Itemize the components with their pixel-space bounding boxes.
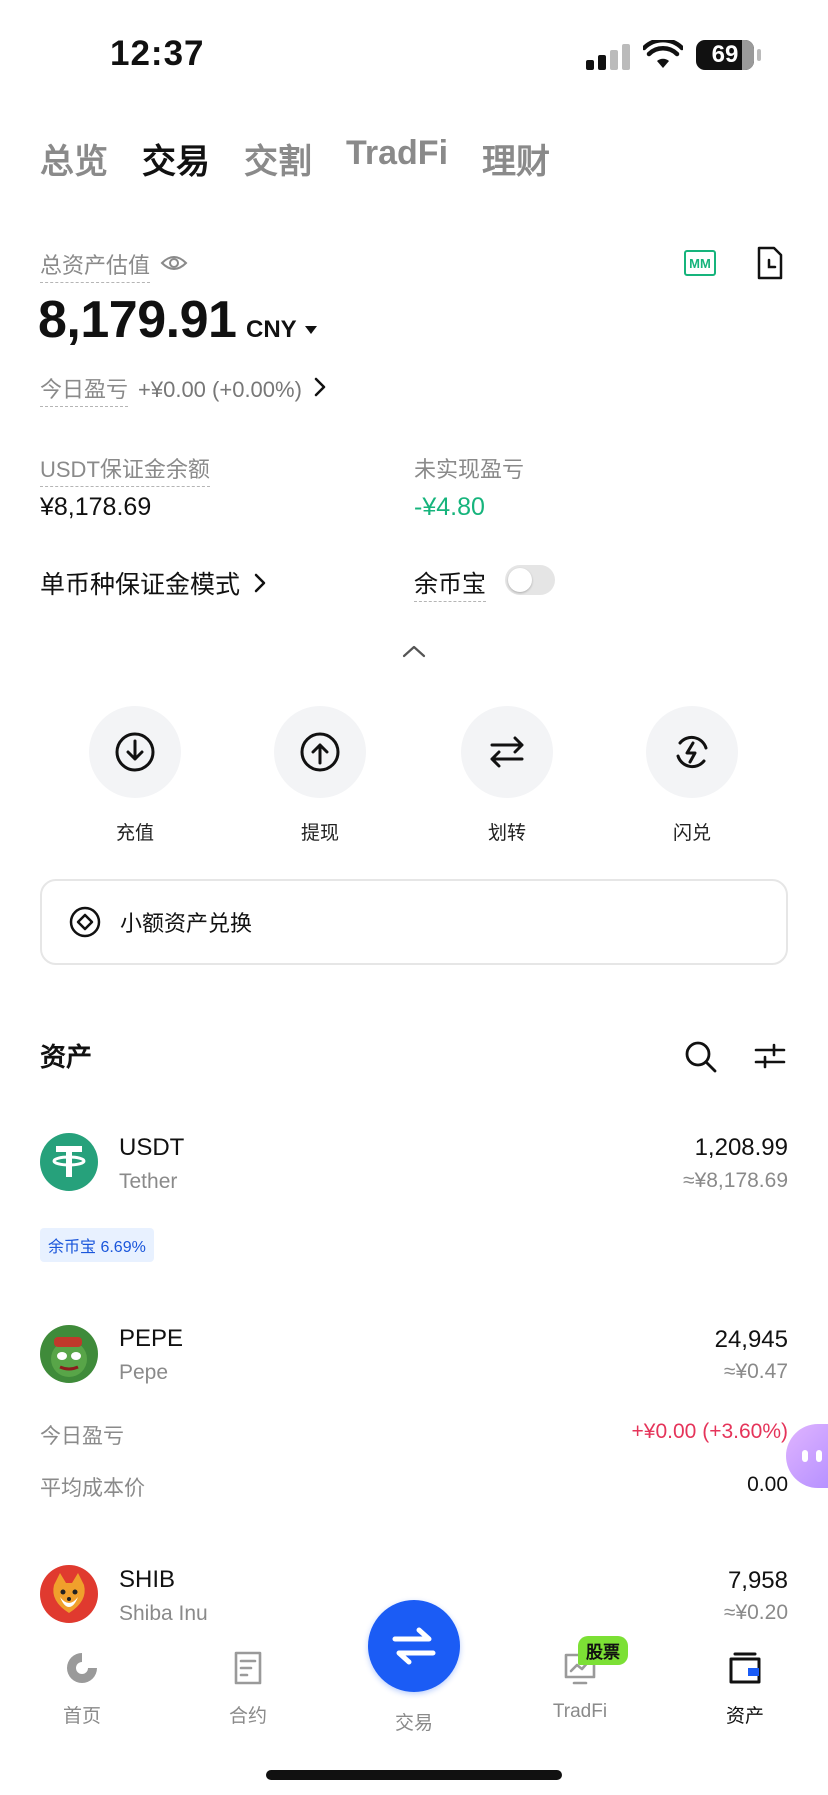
cellular-signal-icon — [586, 44, 630, 70]
nav-tradfi-label: TradFi — [552, 1701, 608, 1722]
home-indicator[interactable] — [266, 1770, 562, 1780]
currency-selector[interactable]: CNY — [246, 316, 317, 344]
usdt-logo — [40, 1133, 98, 1191]
unrealized-pnl-label: 未实现盈亏 — [414, 457, 525, 482]
usdt-margin-value: ¥8,178.69 — [40, 493, 152, 521]
flash-convert-button[interactable]: 闪兑 — [622, 706, 762, 845]
flash-convert-label: 闪兑 — [672, 823, 711, 844]
margin-mode-selector[interactable]: 单币种保证金模式 — [40, 565, 268, 601]
caret-down-icon — [304, 326, 317, 334]
withdraw-icon — [274, 706, 366, 798]
bubble-eye — [816, 1450, 822, 1462]
today-pnl-label: 今日盈亏 — [40, 372, 129, 407]
withdraw-label: 提现 — [300, 823, 339, 844]
nav-futures-label: 合约 — [228, 1706, 267, 1727]
unrealized-pnl-value: -¥4.80 — [414, 493, 485, 521]
asset-amount: 24,945 — [714, 1326, 788, 1353]
asset-fiat-value: ≈¥8,178.69 — [683, 1169, 788, 1192]
nav-assets[interactable]: 资产 — [685, 1650, 805, 1728]
chevron-right-icon — [312, 376, 328, 403]
margin-mode-label: 单币种保证金模式 — [40, 571, 241, 599]
top-tabs: 总览 交易 交割 TradFi 理财 — [40, 134, 550, 183]
wifi-icon — [641, 37, 685, 75]
futures-document-icon — [234, 1651, 262, 1685]
asset-symbol: SHIB — [119, 1566, 176, 1593]
withdraw-button[interactable]: 提现 — [250, 706, 390, 845]
nav-futures[interactable]: 合约 — [188, 1650, 308, 1728]
asset-avg-cost-value: 0.00 — [747, 1473, 788, 1496]
home-icon — [67, 1653, 97, 1683]
yubibao-label[interactable]: 余币宝 — [414, 564, 486, 602]
transfer-button[interactable]: 划转 — [437, 706, 577, 845]
deposit-icon — [89, 706, 181, 798]
currency-label: CNY — [246, 316, 297, 343]
asset-avg-cost-label: 平均成本价 — [40, 1477, 145, 1500]
mm-icon[interactable]: MM — [684, 250, 716, 276]
asset-fiat-value: ≈¥0.20 — [723, 1601, 788, 1624]
asset-today-pnl-label: 今日盈亏 — [40, 1425, 124, 1448]
usdt-margin-label[interactable]: USDT保证金余额 — [40, 452, 210, 487]
assistant-chat-bubble[interactable] — [786, 1424, 828, 1488]
total-assets-value: 8,179.91 — [38, 291, 237, 349]
convert-diamond-icon — [69, 906, 101, 938]
shib-logo — [40, 1565, 98, 1623]
asset-name: Pepe — [119, 1361, 169, 1384]
nav-trade[interactable]: 交易 — [354, 1698, 474, 1735]
deposit-button[interactable]: 充值 — [65, 706, 205, 845]
tab-tradfi[interactable]: TradFi — [346, 134, 448, 183]
transfer-label: 划转 — [487, 823, 526, 844]
asset-fiat-value: ≈¥0.47 — [723, 1360, 788, 1383]
nav-trade-label: 交易 — [394, 1713, 433, 1734]
search-icon[interactable] — [684, 1040, 718, 1079]
battery-indicator: 69 — [696, 40, 761, 70]
battery-empty-segment — [742, 40, 754, 70]
battery-level: 69 — [711, 41, 739, 68]
yubibao-apy-badge[interactable]: 余币宝 6.69% — [40, 1228, 154, 1262]
asset-name: Shiba Inu — [119, 1602, 208, 1625]
collapse-chevron-up-icon[interactable] — [400, 642, 428, 665]
status-time: 12:37 — [110, 34, 205, 73]
asset-symbol: USDT — [119, 1134, 185, 1161]
bubble-eye — [802, 1450, 808, 1462]
nav-home-label: 首页 — [62, 1706, 101, 1727]
transfer-icon — [461, 706, 553, 798]
asset-today-pnl-value: +¥0.00 (+3.60%) — [631, 1420, 788, 1443]
total-assets-label[interactable]: 总资产估值 — [40, 248, 151, 283]
history-document-icon[interactable] — [756, 246, 784, 285]
eye-icon[interactable] — [160, 253, 188, 278]
today-pnl-row[interactable]: 今日盈亏 +¥0.00 (+0.00%) — [40, 372, 328, 407]
stock-badge: 股票 — [578, 1636, 628, 1665]
asset-name: Tether — [119, 1170, 178, 1193]
tab-trading[interactable]: 交易 — [142, 134, 210, 183]
today-pnl-value: +¥0.00 (+0.00%) — [138, 376, 302, 402]
swap-arrows-icon — [392, 1627, 436, 1665]
tab-finance[interactable]: 理财 — [482, 134, 550, 183]
nav-home[interactable]: 首页 — [22, 1650, 142, 1728]
total-assets-label-row: 总资产估值 — [40, 248, 188, 283]
wallet-icon — [729, 1652, 761, 1684]
assets-section-title: 资产 — [40, 1042, 93, 1072]
asset-symbol: PEPE — [119, 1325, 184, 1352]
deposit-label: 充值 — [115, 823, 154, 844]
small-asset-convert-label: 小额资产兑换 — [120, 911, 253, 936]
pepe-logo — [40, 1325, 98, 1383]
asset-amount: 7,958 — [727, 1567, 788, 1594]
center-trade-button[interactable] — [368, 1600, 460, 1692]
tab-overview[interactable]: 总览 — [40, 134, 108, 183]
filter-sliders-icon[interactable] — [754, 1042, 786, 1075]
small-asset-convert-button[interactable]: 小额资产兑换 — [40, 879, 788, 965]
nav-assets-label: 资产 — [725, 1706, 764, 1727]
tab-delivery[interactable]: 交割 — [244, 134, 312, 183]
yubibao-toggle[interactable] — [505, 565, 555, 595]
asset-amount: 1,208.99 — [694, 1134, 788, 1161]
chevron-right-icon — [254, 573, 266, 593]
flash-convert-icon — [646, 706, 738, 798]
